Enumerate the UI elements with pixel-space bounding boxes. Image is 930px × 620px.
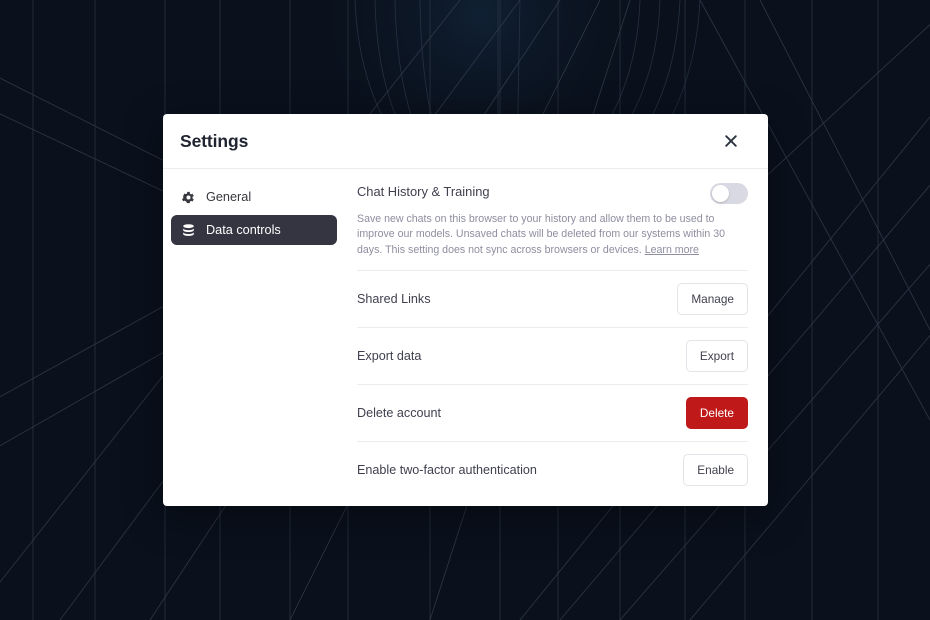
chat-history-heading-row: Chat History & Training — [357, 182, 748, 204]
settings-dialog: Settings General Data controls Chat Hist… — [163, 114, 768, 506]
row-label: Enable two-factor authentication — [357, 462, 537, 477]
row-export-data: Export data Export — [357, 326, 748, 384]
chat-history-description: Save new chats on this browser to your h… — [357, 212, 748, 258]
sidebar-item-label: Data controls — [206, 223, 281, 237]
enable-button[interactable]: Enable — [683, 453, 748, 486]
settings-content: Chat History & Training Save new chats o… — [345, 169, 768, 506]
settings-sidebar: General Data controls — [163, 169, 345, 506]
sidebar-item-label: General — [206, 190, 252, 204]
row-label: Export data — [357, 348, 422, 363]
database-icon — [181, 223, 196, 238]
row-label: Shared Links — [357, 291, 431, 306]
learn-more-link[interactable]: Learn more — [645, 244, 699, 256]
delete-button[interactable]: Delete — [685, 396, 748, 429]
chat-history-toggle[interactable] — [710, 183, 748, 204]
chat-history-heading: Chat History & Training — [357, 184, 490, 199]
settings-rows: Shared Links Manage Export data Export D… — [357, 269, 748, 498]
row-delete-account: Delete account Delete — [357, 383, 748, 441]
page-title: Settings — [180, 130, 249, 151]
row-two-factor-auth: Enable two-factor authentication Enable — [357, 440, 748, 498]
chat-history-section: Chat History & Training Save new chats o… — [357, 182, 748, 270]
sidebar-item-data-controls[interactable]: Data controls — [171, 215, 337, 245]
close-icon[interactable] — [720, 130, 742, 152]
manage-button[interactable]: Manage — [677, 282, 748, 315]
row-shared-links: Shared Links Manage — [357, 269, 748, 327]
dialog-body: General Data controls Chat History & Tra… — [163, 169, 768, 506]
export-button[interactable]: Export — [685, 339, 748, 372]
row-label: Delete account — [357, 405, 442, 420]
dialog-header: Settings — [163, 114, 768, 169]
gear-icon — [181, 190, 196, 205]
sidebar-item-general[interactable]: General — [171, 182, 337, 212]
toggle-knob — [712, 185, 729, 202]
